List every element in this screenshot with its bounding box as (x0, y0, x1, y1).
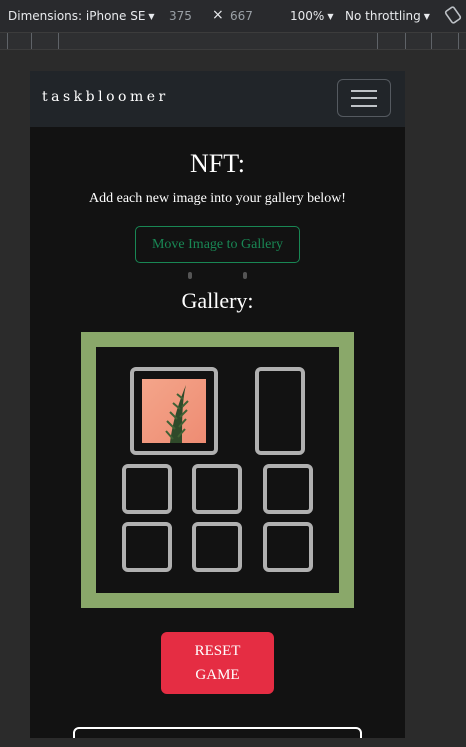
ruler-tick (405, 33, 406, 49)
gallery-title: Gallery: (181, 288, 254, 313)
device-viewport: taskbloomer NFT: Add each new image into… (30, 71, 405, 738)
gallery-slot[interactable] (255, 367, 305, 455)
gallery-grid (96, 347, 339, 593)
gallery-slot[interactable] (263, 464, 313, 514)
height-input[interactable]: 667 (230, 9, 253, 23)
brand-logo[interactable]: taskbloomer (42, 89, 169, 105)
dimension-separator: × (212, 7, 224, 23)
gallery-slot-filled[interactable] (130, 367, 218, 455)
navbar: taskbloomer (30, 71, 405, 127)
gallery-slot[interactable] (263, 522, 313, 572)
ruler-tick (58, 33, 59, 49)
ruler-tick (377, 33, 378, 49)
width-input[interactable]: 375 (169, 9, 192, 23)
rotate-icon[interactable] (444, 6, 462, 24)
zoom-label: 100% (290, 9, 325, 23)
page-subtitle: Add each new image into your gallery bel… (89, 191, 346, 206)
menu-toggle-button[interactable] (337, 79, 391, 117)
ruler-tick (458, 33, 459, 49)
hamburger-icon (351, 90, 377, 92)
gallery-slot[interactable] (122, 464, 172, 514)
gallery-slot[interactable] (122, 522, 172, 572)
ruler-tick (431, 33, 432, 49)
chevron-down-icon: ▼ (423, 12, 430, 21)
chevron-down-icon: ▼ (148, 12, 155, 21)
ruler-tick (31, 33, 32, 49)
gallery-slot[interactable] (192, 464, 242, 514)
ruler-tick (7, 33, 8, 49)
media-query-ruler (0, 33, 466, 50)
chevron-down-icon: ▼ (327, 12, 334, 21)
page-title: NFT: (189, 149, 246, 178)
gallery-slot[interactable] (192, 522, 242, 572)
gallery-frame (81, 332, 354, 608)
device-label: Dimensions: iPhone SE (8, 9, 146, 23)
drag-handle-icon (188, 272, 192, 279)
reset-game-button[interactable]: RESET GAME (161, 632, 274, 694)
hamburger-icon (351, 97, 377, 99)
main-content: NFT: Add each new image into your galler… (30, 127, 405, 738)
zoom-select[interactable]: 100% ▼ (290, 9, 333, 23)
hamburger-icon (351, 105, 377, 107)
devtools-toolbar: Dimensions: iPhone SE ▼ 375 × 667 100% ▼ N… (0, 0, 466, 33)
throttling-select[interactable]: No throttling ▼ (345, 9, 430, 23)
move-image-button[interactable]: Move Image to Gallery (135, 226, 300, 263)
bottom-card (73, 727, 362, 738)
drag-handle-icon (243, 272, 247, 279)
throttling-label: No throttling (345, 9, 421, 23)
device-dimensions-select[interactable]: Dimensions: iPhone SE ▼ (8, 9, 155, 23)
nft-image (142, 379, 206, 443)
